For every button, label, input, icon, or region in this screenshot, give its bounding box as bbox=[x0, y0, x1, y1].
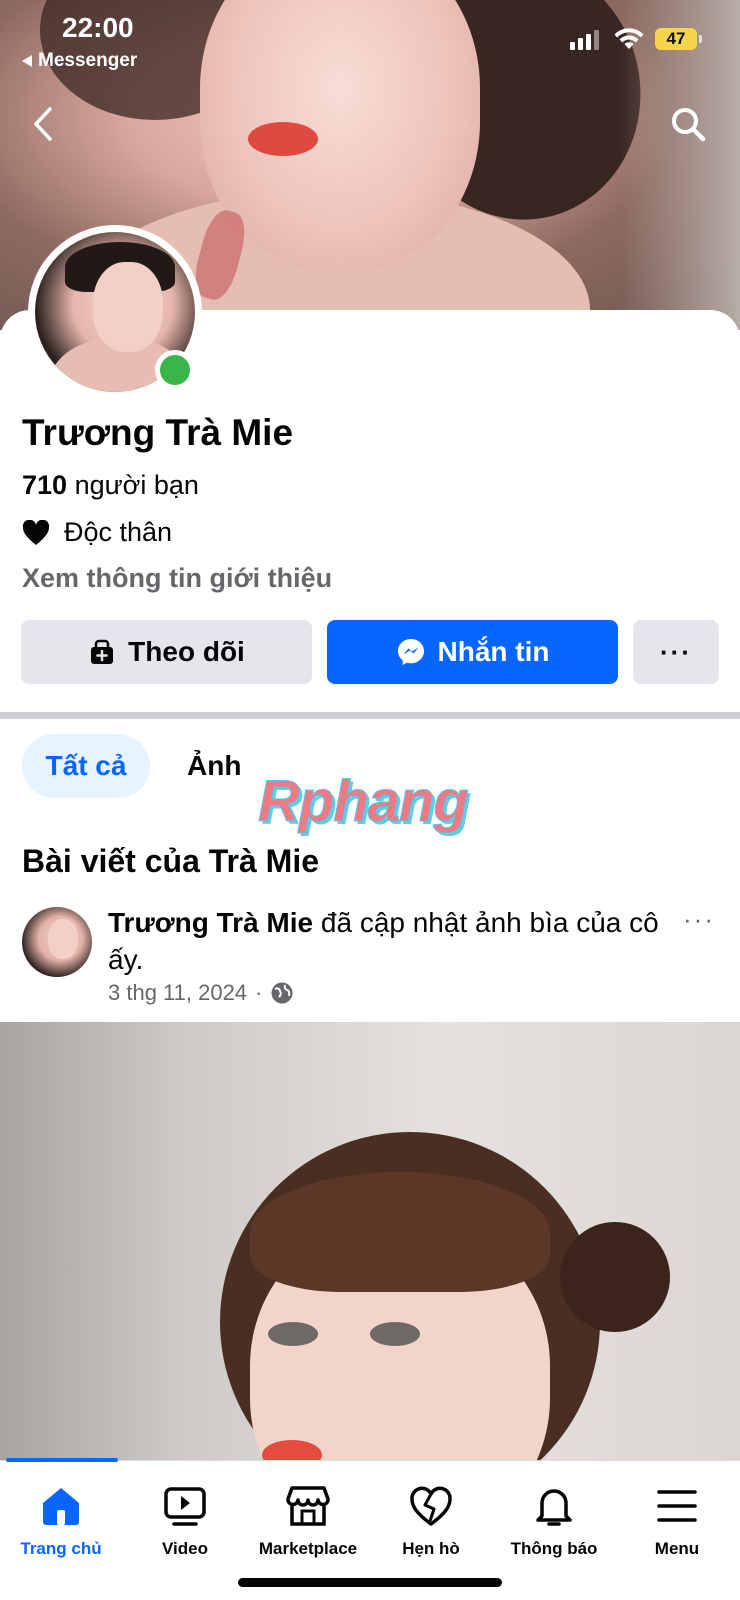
tab-marketplace[interactable]: Marketplace bbox=[248, 1483, 368, 1559]
status-bar: 22:00 Messenger 47 bbox=[0, 0, 740, 80]
video-icon bbox=[164, 1487, 206, 1526]
tab-menu[interactable]: Menu bbox=[617, 1483, 737, 1559]
heart-icon bbox=[22, 519, 50, 545]
tab-dating-label: Hẹn hò bbox=[402, 1539, 460, 1558]
tab-home-label: Trang chủ bbox=[20, 1539, 102, 1558]
marketplace-icon bbox=[286, 1486, 330, 1526]
battery-indicator: 47 bbox=[655, 28, 702, 50]
menu-icon bbox=[657, 1490, 697, 1522]
tab-home[interactable]: Trang chủ bbox=[1, 1483, 121, 1559]
more-options-button[interactable]: ··· bbox=[633, 620, 719, 684]
back-chevron-icon[interactable] bbox=[26, 104, 62, 144]
post-photo[interactable] bbox=[0, 1022, 740, 1462]
friends-number: 710 bbox=[22, 470, 68, 500]
back-to-app[interactable]: Messenger bbox=[22, 50, 137, 72]
tab-video[interactable]: Video bbox=[125, 1483, 245, 1559]
message-button[interactable]: Nhắn tin bbox=[327, 620, 618, 684]
tab-menu-label: Menu bbox=[654, 1539, 700, 1558]
meta-separator: · bbox=[255, 980, 263, 1005]
friends-count[interactable]: 710 người bạn bbox=[22, 470, 199, 501]
tab-notifications-label: Thông báo bbox=[510, 1539, 598, 1558]
watermark: Rphang bbox=[258, 769, 470, 835]
bell-icon bbox=[536, 1489, 572, 1526]
back-app-label: Messenger bbox=[38, 50, 138, 71]
message-label: Nhắn tin bbox=[437, 636, 550, 667]
post-meta: 3 thg 11, 2024 · bbox=[108, 980, 294, 1006]
follow-button[interactable]: Theo dõi bbox=[21, 620, 312, 684]
tab-marketplace-label: Marketplace bbox=[258, 1539, 358, 1558]
relationship-status: Độc thân bbox=[22, 517, 172, 548]
dating-icon bbox=[410, 1486, 452, 1526]
cover-lips bbox=[248, 122, 318, 156]
post-header: Trương Trà Mie đã cập nhật ảnh bìa của c… bbox=[108, 904, 668, 978]
post-more-button[interactable]: ··· bbox=[683, 904, 715, 935]
active-tab-indicator bbox=[6, 1458, 118, 1462]
signal-icon bbox=[570, 30, 599, 50]
tab-notifications[interactable]: Thông báo bbox=[494, 1483, 614, 1559]
follow-icon bbox=[91, 639, 114, 664]
see-intro-link[interactable]: Xem thông tin giới thiệu bbox=[22, 563, 332, 594]
online-status-dot bbox=[155, 350, 195, 390]
back-triangle-icon bbox=[22, 55, 32, 67]
posts-title: Bài viết của Trà Mie bbox=[22, 843, 320, 879]
home-icon bbox=[43, 1488, 79, 1525]
tab-photos[interactable]: Ảnh bbox=[187, 750, 241, 782]
wifi-icon bbox=[614, 28, 644, 49]
post-date[interactable]: 3 thg 11, 2024 bbox=[108, 980, 247, 1006]
post-author-avatar[interactable] bbox=[22, 907, 92, 977]
section-divider bbox=[0, 712, 740, 719]
status-time: 22:00 bbox=[62, 12, 134, 43]
profile-name: Trương Trà Mie bbox=[22, 412, 294, 453]
globe-icon bbox=[271, 982, 293, 1004]
tab-dating[interactable]: Hẹn hò bbox=[371, 1483, 491, 1559]
tab-video-label: Video bbox=[162, 1539, 208, 1558]
relationship-label: Độc thân bbox=[64, 517, 173, 547]
home-indicator bbox=[238, 1578, 502, 1587]
tab-all[interactable]: Tất cả bbox=[22, 734, 150, 798]
messenger-icon bbox=[397, 639, 424, 665]
follow-label: Theo dõi bbox=[128, 636, 245, 667]
friends-label: người bạn bbox=[74, 470, 199, 500]
search-icon[interactable] bbox=[668, 104, 708, 144]
post-author[interactable]: Trương Trà Mie bbox=[108, 907, 313, 938]
